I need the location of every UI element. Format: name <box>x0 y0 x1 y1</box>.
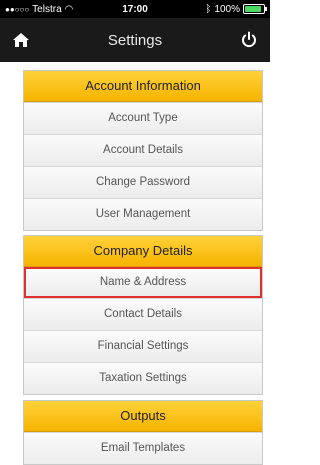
home-icon <box>13 33 29 47</box>
home-button[interactable] <box>7 26 35 54</box>
bluetooth-icon: ᛒ <box>205 3 212 15</box>
power-icon <box>242 31 256 48</box>
battery-icon <box>243 4 267 14</box>
menu-item-taxation-settings[interactable]: Taxation Settings <box>24 362 262 394</box>
section-header: Outputs <box>24 401 262 432</box>
section-account-information: Account Information Account Type Account… <box>23 70 263 231</box>
section-outputs: Outputs Email Templates <box>23 400 263 465</box>
status-right: ᛒ 100% <box>205 3 267 15</box>
settings-content: Account Information Account Type Account… <box>0 62 270 465</box>
power-button[interactable] <box>235 26 263 54</box>
menu-item-account-details[interactable]: Account Details <box>24 134 262 166</box>
section-header: Account Information <box>24 71 262 102</box>
section-company-details: Company Details Name & Address Contact D… <box>23 235 263 395</box>
signal-icon: ●●○○○ <box>5 4 30 14</box>
menu-item-financial-settings[interactable]: Financial Settings <box>24 330 262 362</box>
status-left: ●●○○○ Telstra ︎◠ <box>5 4 73 15</box>
wifi-icon: ︎◠ <box>64 3 74 15</box>
section-header: Company Details <box>24 236 262 267</box>
status-bar: ●●○○○ Telstra ︎◠ 17:00 ᛒ 100% <box>0 0 270 18</box>
page-title: Settings <box>107 31 163 49</box>
battery-percent: 100% <box>214 3 240 15</box>
menu-item-change-password[interactable]: Change Password <box>24 166 262 198</box>
menu-item-email-templates[interactable]: Email Templates <box>24 432 262 464</box>
menu-item-contact-details[interactable]: Contact Details <box>24 298 262 330</box>
menu-item-account-type[interactable]: Account Type <box>24 102 262 134</box>
nav-bar: Settings <box>0 18 270 62</box>
carrier-label: Telstra <box>32 3 62 15</box>
menu-item-name-address[interactable]: Name & Address <box>24 267 262 298</box>
menu-item-user-management[interactable]: User Management <box>24 198 262 230</box>
